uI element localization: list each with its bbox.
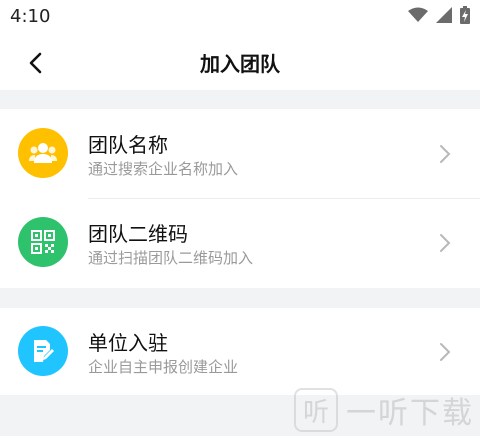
chevron-right-icon [440, 343, 451, 361]
option-title: 团队二维码 [88, 222, 188, 246]
option-subtitle: 通过搜索企业名称加入 [88, 160, 239, 178]
edit-document-icon [34, 340, 54, 362]
watermark-badge: 听 [294, 388, 338, 432]
page-title: 加入团队 [200, 52, 280, 76]
chevron-right-icon [440, 234, 451, 252]
team-icon [29, 143, 57, 163]
watermark: 听 一听下载 [294, 388, 474, 432]
qrcode-icon-circle [18, 217, 68, 267]
team-name-icon-circle [18, 128, 68, 178]
join-by-team-qrcode[interactable]: 团队二维码 通过扫描团队二维码加入 [0, 198, 480, 287]
signal-icon [436, 7, 452, 23]
battery-icon [460, 6, 470, 24]
qr-code-icon [31, 230, 55, 254]
option-title: 团队名称 [88, 133, 168, 157]
status-bar: 4:10 [0, 0, 480, 36]
option-subtitle: 企业自主申报创建企业 [88, 358, 239, 376]
join-options-group: 团队名称 通过搜索企业名称加入 团队二维码 通过扫描团队二维码加入 [0, 109, 480, 288]
register-organization[interactable]: 单位入驻 企业自主申报创建企业 [0, 308, 480, 395]
wifi-icon [408, 7, 428, 22]
watermark-text: 一听下载 [346, 396, 474, 431]
option-title: 单位入驻 [88, 331, 168, 355]
status-icons [408, 6, 470, 24]
chevron-right-icon [440, 145, 451, 163]
register-icon-circle [18, 326, 68, 376]
status-time: 4:10 [10, 6, 51, 27]
register-options-group: 单位入驻 企业自主申报创建企业 [0, 308, 480, 395]
join-by-team-name[interactable]: 团队名称 通过搜索企业名称加入 [0, 109, 480, 198]
navigation-bar: 加入团队 [0, 36, 480, 90]
option-subtitle: 通过扫描团队二维码加入 [88, 249, 254, 267]
